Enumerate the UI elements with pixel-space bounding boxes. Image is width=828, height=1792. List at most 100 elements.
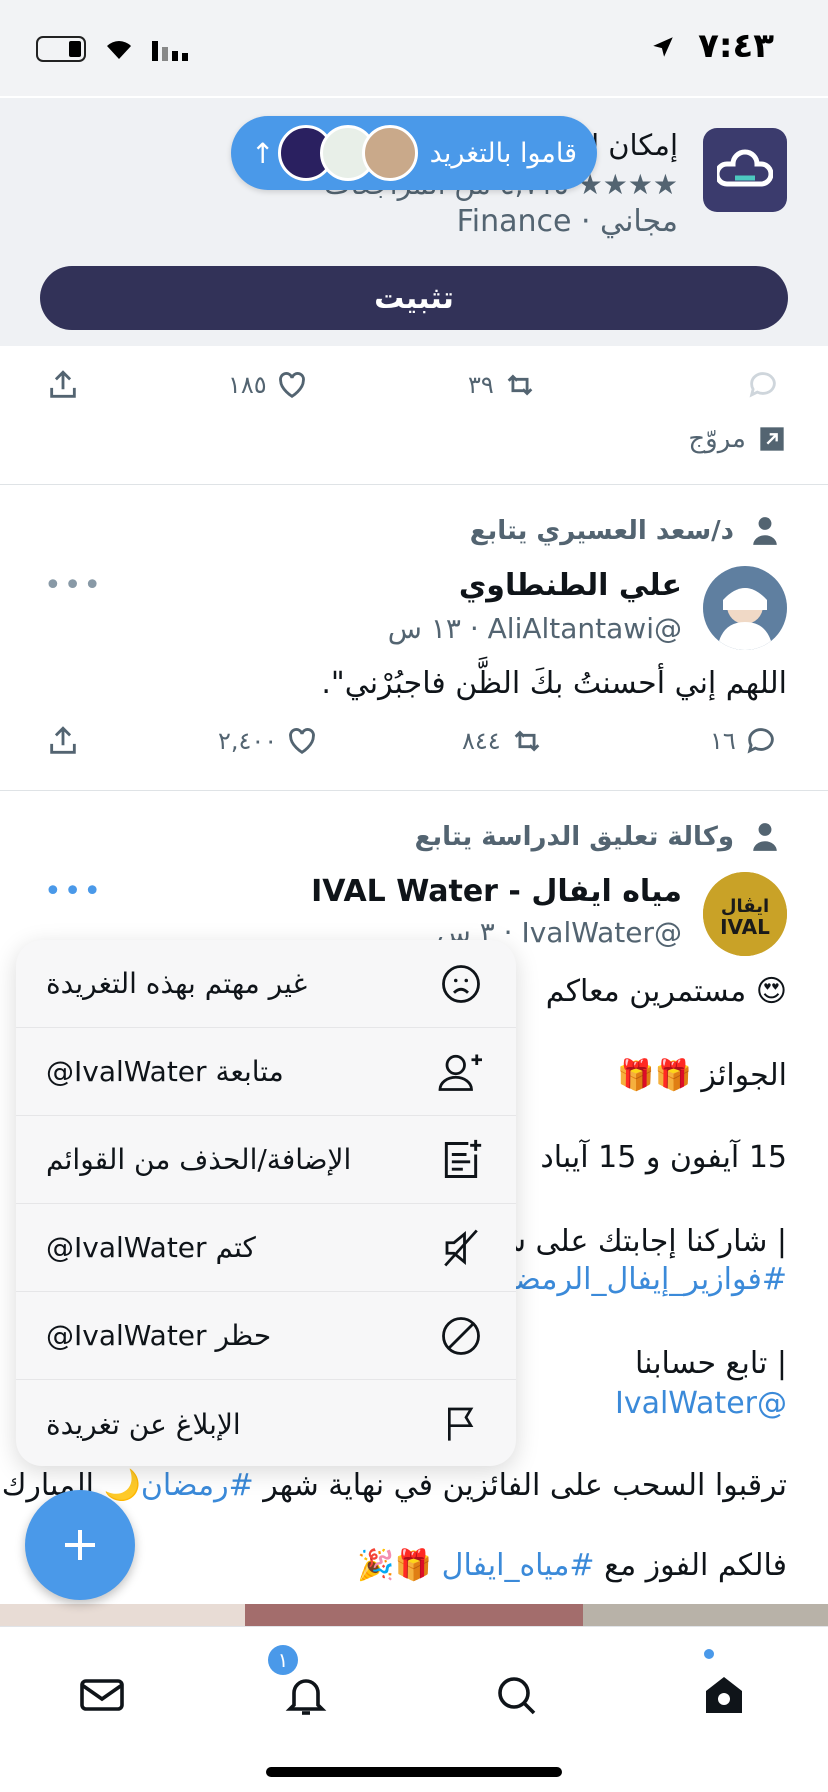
block-icon: [438, 1313, 484, 1359]
hashtag-link[interactable]: #فوازير_إيفال_الرمضان: [484, 1260, 787, 1299]
like-count: ١٨٥: [228, 371, 267, 399]
wifi-icon: [107, 41, 131, 59]
reply-icon: [747, 728, 774, 754]
menu-item-label: الإضافة/الحذف من القوائم: [46, 1143, 352, 1176]
heart-icon: [278, 372, 305, 399]
share-button[interactable]: [46, 724, 80, 758]
hashtag-link[interactable]: #رمضان: [141, 1468, 254, 1503]
menu-item-label: غير مهتم بهذه التغريدة: [46, 967, 308, 1000]
tweet-text-line: 😍 مستمرين معاكم: [545, 974, 787, 1009]
svg-text:IVAL: IVAL: [720, 915, 770, 939]
tweet-actions: ١٨٥ ٣٩: [0, 356, 828, 416]
retweet-icon: [507, 374, 533, 396]
promoted-icon: [760, 427, 784, 451]
retweet-icon: [514, 730, 540, 752]
status-bar: ٧:٤٣: [0, 0, 828, 96]
avatar[interactable]: [703, 566, 787, 650]
avatar: [361, 125, 418, 181]
tweet-text-line: الجوائز 🎁🎁: [617, 1058, 787, 1093]
heart-icon: [289, 728, 316, 755]
new-tweets-label: قاموا بالتغريد: [429, 137, 577, 169]
location-arrow-icon: [653, 37, 673, 57]
messages-icon[interactable]: [78, 1671, 126, 1719]
battery-icon: [36, 36, 86, 62]
divider: [0, 790, 828, 791]
reply-count: ١٦: [710, 727, 736, 755]
search-icon[interactable]: [492, 1671, 540, 1719]
status-time: ٧:٤٣: [698, 26, 774, 66]
app-logo-icon: [703, 128, 787, 212]
menu-item-not-interested[interactable]: غير مهتم بهذه التغريدة: [16, 940, 516, 1028]
tweet-text-line: | شاركنا إجابتك على س: [489, 1224, 787, 1259]
promoted-label: مروّج: [688, 424, 786, 454]
install-button[interactable]: تثبيت: [40, 266, 788, 330]
compose-tweet-button[interactable]: [25, 1490, 135, 1600]
media-segment: [583, 1604, 828, 1626]
plus-icon: [65, 1530, 95, 1560]
notifications-badge: ١: [268, 1645, 298, 1675]
person-icon: [753, 823, 777, 851]
report-flag-icon: [438, 1401, 484, 1447]
retweet-button[interactable]: ٨٤٤: [462, 724, 545, 758]
retweet-count: ٨٤٤: [462, 727, 501, 755]
display-name[interactable]: علي الطنطاوي: [459, 568, 682, 603]
person-icon: [753, 517, 777, 545]
social-context: وكالة تعليق الدراسة يتابع: [415, 822, 778, 852]
app-category: مجاني · Finance: [456, 204, 678, 239]
handle-timestamp: @AliAltantawi · ١٣ س: [387, 612, 682, 645]
svg-text:ايڤال: ايڤال: [721, 896, 769, 917]
menu-item-lists[interactable]: الإضافة/الحذف من القوائم: [16, 1116, 516, 1204]
new-tweets-pill[interactable]: قاموا بالتغريد ↑: [231, 116, 597, 190]
menu-item-label: حظر IvalWater@: [46, 1319, 272, 1352]
retweet-count: ٣٩: [468, 371, 494, 399]
like-count: ٢,٤٠٠: [218, 727, 278, 755]
menu-item-label: الإبلاغ عن تغريدة: [46, 1407, 241, 1441]
hashtag-link[interactable]: #مياه_ايفال: [442, 1548, 595, 1583]
media-segment: [245, 1604, 583, 1626]
more-options-button[interactable]: •••: [44, 874, 103, 909]
tweet-text-line: 15 آيفون و 15 آيباد: [540, 1140, 787, 1175]
tweet-text-line: | تابع حسابنا: [635, 1346, 787, 1381]
home-icon[interactable]: [700, 1671, 748, 1719]
follow-user-icon: [438, 1049, 484, 1095]
sad-face-icon: [438, 961, 484, 1007]
promoted-text: مروّج: [688, 424, 746, 454]
tweet-text: اللهم إني أحسنتُ بكَ الظَّن فاجبُرْني".: [321, 666, 787, 701]
tweet-media[interactable]: [0, 1604, 828, 1626]
display-name[interactable]: مياه ايفال - IVAL Water: [311, 874, 682, 909]
tweet-options-menu: غير مهتم بهذه التغريدة متابعة IvalWater@…: [16, 940, 516, 1466]
like-button[interactable]: ١٨٥: [228, 368, 309, 402]
reply-icon: [749, 372, 776, 398]
media-segment: [0, 1604, 245, 1626]
status-indicators: [36, 36, 188, 62]
mute-icon: [438, 1225, 484, 1271]
tweet-text-line: ترقبوا السحب على الفائزين في نهاية شهر #…: [1, 1468, 787, 1503]
share-icon: [50, 370, 76, 398]
arrow-up-icon: ↑: [251, 136, 275, 170]
add-to-list-icon: [438, 1137, 484, 1183]
retweet-button[interactable]: ٣٩: [468, 368, 538, 402]
avatar[interactable]: ايڤال IVAL: [703, 872, 787, 956]
menu-item-mute[interactable]: كتم IvalWater@: [16, 1204, 516, 1292]
reply-button[interactable]: [746, 368, 780, 402]
menu-item-follow[interactable]: متابعة IvalWater@: [16, 1028, 516, 1116]
new-content-dot: [704, 1649, 714, 1659]
pill-avatars: [277, 125, 418, 181]
tweet-actions: ٢,٤٠٠ ٨٤٤ ١٦: [0, 712, 828, 772]
like-button[interactable]: ٢,٤٠٠: [218, 724, 319, 758]
menu-item-report[interactable]: الإبلاغ عن تغريدة: [16, 1380, 516, 1466]
reply-button[interactable]: ١٦: [710, 724, 778, 758]
menu-item-label: كتم IvalWater@: [46, 1231, 256, 1264]
home-indicator: [266, 1767, 562, 1777]
more-options-button[interactable]: •••: [44, 568, 103, 603]
social-context: د/سعد العسيري يتابع: [470, 516, 778, 546]
divider: [0, 484, 828, 485]
menu-item-label: متابعة IvalWater@: [46, 1055, 284, 1088]
share-button[interactable]: [46, 368, 80, 402]
share-icon: [50, 726, 76, 754]
mention-link[interactable]: @IvalWater: [615, 1384, 787, 1423]
cellular-signal-icon: [152, 41, 188, 61]
menu-item-block[interactable]: حظر IvalWater@: [16, 1292, 516, 1380]
tweet-text-line: فالكم الفوز مع #مياه_ايفال 🎁🎉: [357, 1548, 787, 1583]
notifications-icon[interactable]: [282, 1671, 330, 1719]
